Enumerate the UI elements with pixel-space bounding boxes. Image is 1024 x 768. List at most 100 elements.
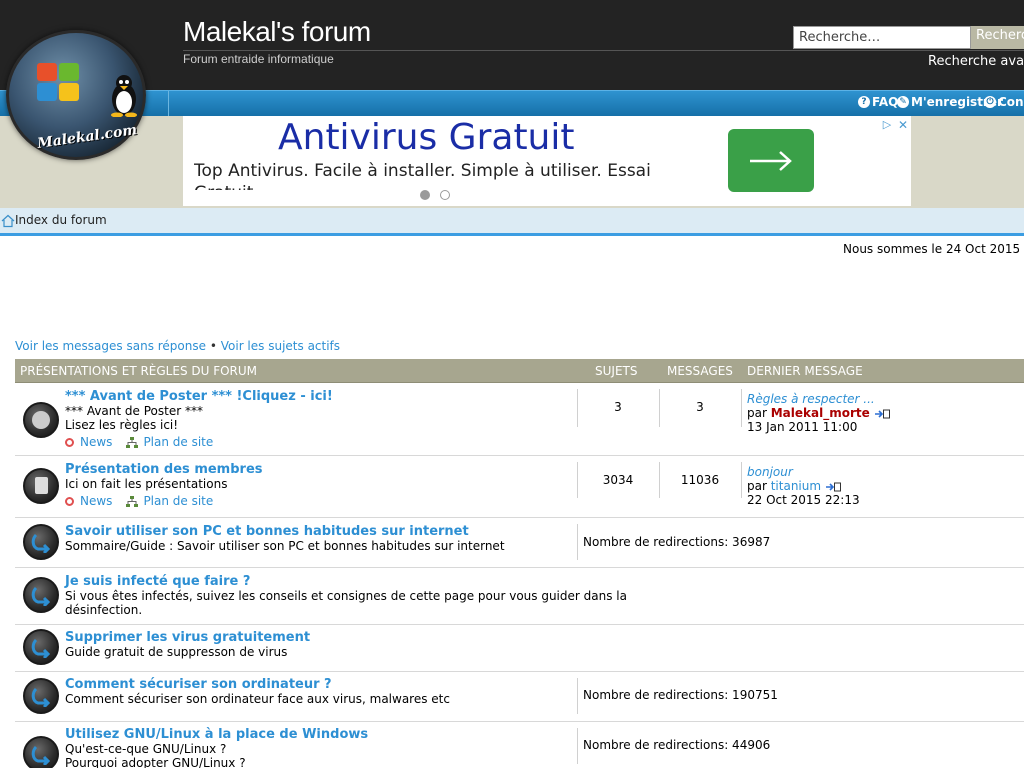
col-last-post-header: DERNIER MESSAGE [747, 364, 863, 378]
forum-link-icon [23, 629, 59, 665]
title-divider [183, 50, 1024, 51]
power-icon: ⏻ [984, 96, 996, 108]
forum-title[interactable]: Je suis infecté que faire ? [65, 574, 250, 589]
last-post-topic-link[interactable]: bonjour [747, 465, 793, 479]
active-topics-link[interactable]: Voir les sujets actifs [221, 339, 340, 353]
redirect-count: Nombre de redirections: 44906 [583, 738, 771, 752]
redirect-arrow-icon [31, 533, 51, 553]
site-logo[interactable]: Malekal.com [6, 30, 146, 160]
subforum-sitemap-link[interactable]: Plan de site [143, 494, 213, 508]
faq-label: FAQ [872, 95, 899, 109]
sitemap-icon [126, 436, 139, 448]
redirect-arrow-icon [31, 638, 51, 658]
faq-link[interactable]: ? FAQ [858, 95, 898, 109]
post-count: 11036 [680, 473, 720, 487]
forum-read-icon [23, 468, 59, 504]
last-post-date: 22 Oct 2015 22:13 [747, 493, 860, 507]
subforum-news-link[interactable]: News [80, 435, 112, 449]
last-post-author-link[interactable]: Malekal_morte [771, 406, 870, 420]
redirect-arrow-icon [31, 586, 51, 606]
column-divider [741, 389, 742, 427]
tux-penguin-icon [111, 75, 137, 117]
site-description: Forum entraide informatique [183, 52, 334, 66]
subforum-sitemap-link[interactable]: Plan de site [143, 435, 213, 449]
subforum-links: News Plan de site [65, 494, 213, 508]
login-label: Conne [998, 95, 1024, 109]
col-topics-header: SUJETS [595, 364, 638, 378]
last-post: bonjour par titanium 22 Oct 2015 22:13 [747, 465, 860, 507]
forum-description: Pourquoi adopter GNU/Linux ? [65, 756, 246, 768]
current-date: Nous sommes le 24 Oct 2015 11: [843, 242, 1024, 256]
last-post-by: par [747, 479, 771, 493]
forum-description: Ici on fait les présentations [65, 477, 228, 491]
forum-title[interactable]: Présentation des membres [65, 462, 263, 477]
search-button[interactable]: Recherche [971, 26, 1024, 49]
breadcrumb [0, 208, 1024, 236]
ad-title[interactable]: Antivirus Gratuit [278, 117, 575, 158]
last-post-author-link[interactable]: titanium [771, 479, 821, 493]
ad-close-icon[interactable]: ✕ [896, 118, 910, 132]
advanced-search-link[interactable]: Recherche ava [928, 54, 1024, 69]
last-post-topic-link[interactable]: Règles à respecter ... [747, 392, 875, 406]
ad-dot-inactive[interactable] [440, 190, 450, 200]
ad-dot-active[interactable] [420, 190, 430, 200]
ad-choices-icon[interactable]: ▷ [880, 118, 894, 132]
faq-icon: ? [858, 96, 870, 108]
login-link[interactable]: ⏻ Conne [984, 95, 1024, 109]
forum-link-icon [23, 524, 59, 560]
col-posts-header: MESSAGES [667, 364, 733, 378]
forum-description: Qu'est-ce-que GNU/Linux ? [65, 742, 227, 756]
ad-banner[interactable]: Antivirus Gratuit Top Antivirus. Facile … [183, 116, 911, 206]
search-input[interactable] [793, 26, 971, 49]
topic-count: 3034 [602, 473, 634, 487]
column-divider [577, 524, 578, 560]
column-divider [577, 678, 578, 714]
forum-title[interactable]: Supprimer les virus gratuitement [65, 630, 310, 645]
redirect-arrow-icon [31, 745, 51, 765]
forum-description: Lisez les règles ici! [65, 418, 179, 432]
goto-last-post-icon[interactable] [825, 482, 842, 492]
category-title[interactable]: PRÉSENTATIONS ET RÈGLES DU FORUM [20, 364, 257, 378]
column-divider [577, 728, 578, 764]
forum-link-icon [23, 678, 59, 714]
news-icon [65, 496, 74, 506]
quick-links: Voir les messages sans réponse • Voir le… [15, 339, 340, 353]
link-separator: • [206, 339, 221, 353]
forum-description: désinfection. [65, 603, 143, 617]
topic-count: 3 [614, 400, 622, 414]
subforum-links: News Plan de site [65, 435, 213, 449]
forum-link-icon [23, 577, 59, 613]
forum-description: Sommaire/Guide : Savoir utiliser son PC … [65, 539, 505, 553]
forum-title[interactable]: Utilisez GNU/Linux à la place de Windows [65, 727, 368, 742]
column-divider [741, 462, 742, 498]
forum-link-icon [23, 736, 59, 768]
forum-description: *** Avant de Poster *** [65, 404, 203, 418]
last-post-by: par [747, 406, 771, 420]
redirect-arrow-icon [31, 687, 51, 707]
news-icon [65, 437, 74, 447]
redirect-count: Nombre de redirections: 36987 [583, 535, 771, 549]
home-icon[interactable] [1, 214, 15, 228]
goto-last-post-icon[interactable] [874, 409, 891, 419]
arrow-right-icon [750, 151, 792, 171]
sitemap-icon [126, 495, 139, 507]
redirect-count: Nombre de redirections: 190751 [583, 688, 778, 702]
nav-divider [168, 91, 169, 117]
last-post-date: 13 Jan 2011 11:00 [747, 420, 858, 434]
post-count: 3 [696, 400, 704, 414]
subforum-news-link[interactable]: News [80, 494, 112, 508]
register-icon: ✎ [897, 96, 909, 108]
unanswered-posts-link[interactable]: Voir les messages sans réponse [15, 339, 206, 353]
breadcrumb-index-link[interactable]: Index du forum [15, 213, 107, 227]
forum-description: Comment sécuriser son ordinateur face au… [65, 692, 450, 706]
forum-title[interactable]: Comment sécuriser son ordinateur ? [65, 677, 332, 692]
forum-locked-icon [23, 402, 59, 438]
ad-arrow-button[interactable] [728, 129, 814, 192]
ad-description: Top Antivirus. Facile à installer. Simpl… [194, 161, 651, 190]
last-post: Règles à respecter ... par Malekal_morte… [747, 392, 891, 434]
forum-description: Si vous êtes infectés, suivez les consei… [65, 589, 627, 603]
forum-description: Guide gratuit de suppresson de virus [65, 645, 288, 659]
forum-title[interactable]: Savoir utiliser son PC et bonnes habitud… [65, 524, 469, 539]
site-title[interactable]: Malekal's forum [183, 16, 371, 48]
forum-title[interactable]: *** Avant de Poster *** !Cliquez - ici! [65, 389, 333, 404]
